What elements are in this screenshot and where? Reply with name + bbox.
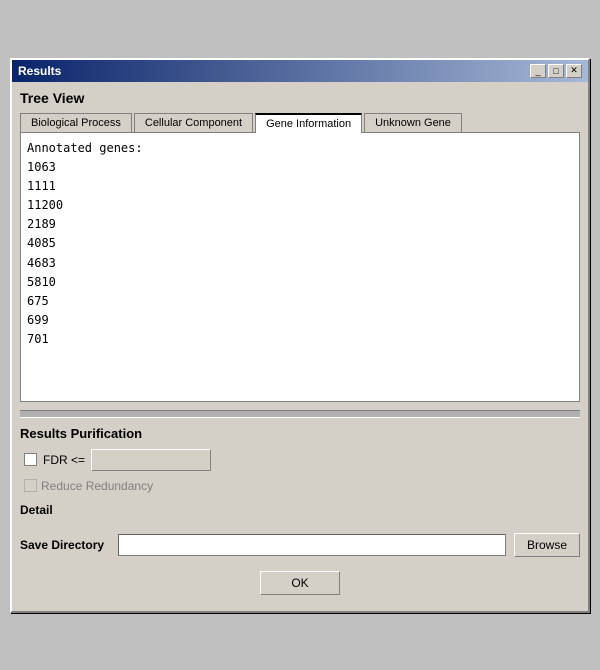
- gene-line: 5810: [27, 273, 573, 292]
- purification-section: Results Purification FDR <= Reduce Redun…: [20, 426, 580, 557]
- fdr-input[interactable]: [91, 449, 211, 471]
- tab-biological-process[interactable]: Biological Process: [20, 113, 132, 133]
- window-content: Tree View Biological Process Cellular Co…: [12, 82, 588, 611]
- save-directory-input[interactable]: [118, 534, 506, 556]
- window-title: Results: [18, 64, 61, 78]
- ok-row: OK: [20, 571, 580, 595]
- title-bar-buttons: _ □ ✕: [530, 64, 582, 78]
- minimize-button[interactable]: _: [530, 64, 546, 78]
- detail-row: Detail: [20, 503, 580, 517]
- save-directory-label: Save Directory: [20, 538, 110, 552]
- gene-line: 4683: [27, 254, 573, 273]
- purification-title: Results Purification: [20, 426, 580, 441]
- gene-content-area[interactable]: Annotated genes: 1063 1111 11200 2189 40…: [20, 132, 580, 402]
- results-window: Results _ □ ✕ Tree View Biological Proce…: [10, 58, 590, 613]
- divider: [20, 410, 580, 418]
- maximize-button[interactable]: □: [548, 64, 564, 78]
- fdr-label: FDR <=: [43, 453, 85, 467]
- gene-line: 11200: [27, 196, 573, 215]
- gene-line: 1111: [27, 177, 573, 196]
- tab-cellular-component[interactable]: Cellular Component: [134, 113, 253, 133]
- annotated-header: Annotated genes:: [27, 139, 573, 158]
- fdr-checkbox[interactable]: [24, 453, 37, 466]
- reduce-checkbox[interactable]: [24, 479, 37, 492]
- ok-button[interactable]: OK: [260, 571, 339, 595]
- fdr-row: FDR <=: [24, 449, 580, 471]
- gene-line: 2189: [27, 215, 573, 234]
- tab-bar: Biological Process Cellular Component Ge…: [20, 112, 580, 132]
- gene-line: 1063: [27, 158, 573, 177]
- reduce-label: Reduce Redundancy: [41, 479, 153, 493]
- detail-label: Detail: [20, 503, 53, 517]
- close-button[interactable]: ✕: [566, 64, 582, 78]
- gene-line: 4085: [27, 234, 573, 253]
- reduce-redundancy-row: Reduce Redundancy: [24, 479, 580, 493]
- gene-line: 701: [27, 330, 573, 349]
- tree-view-label: Tree View: [20, 90, 580, 106]
- gene-line: 699: [27, 311, 573, 330]
- tab-unknown-gene[interactable]: Unknown Gene: [364, 113, 462, 133]
- save-directory-row: Save Directory Browse: [20, 533, 580, 557]
- browse-button[interactable]: Browse: [514, 533, 580, 557]
- gene-line: 675: [27, 292, 573, 311]
- tab-gene-information[interactable]: Gene Information: [255, 113, 362, 133]
- title-bar: Results _ □ ✕: [12, 60, 588, 82]
